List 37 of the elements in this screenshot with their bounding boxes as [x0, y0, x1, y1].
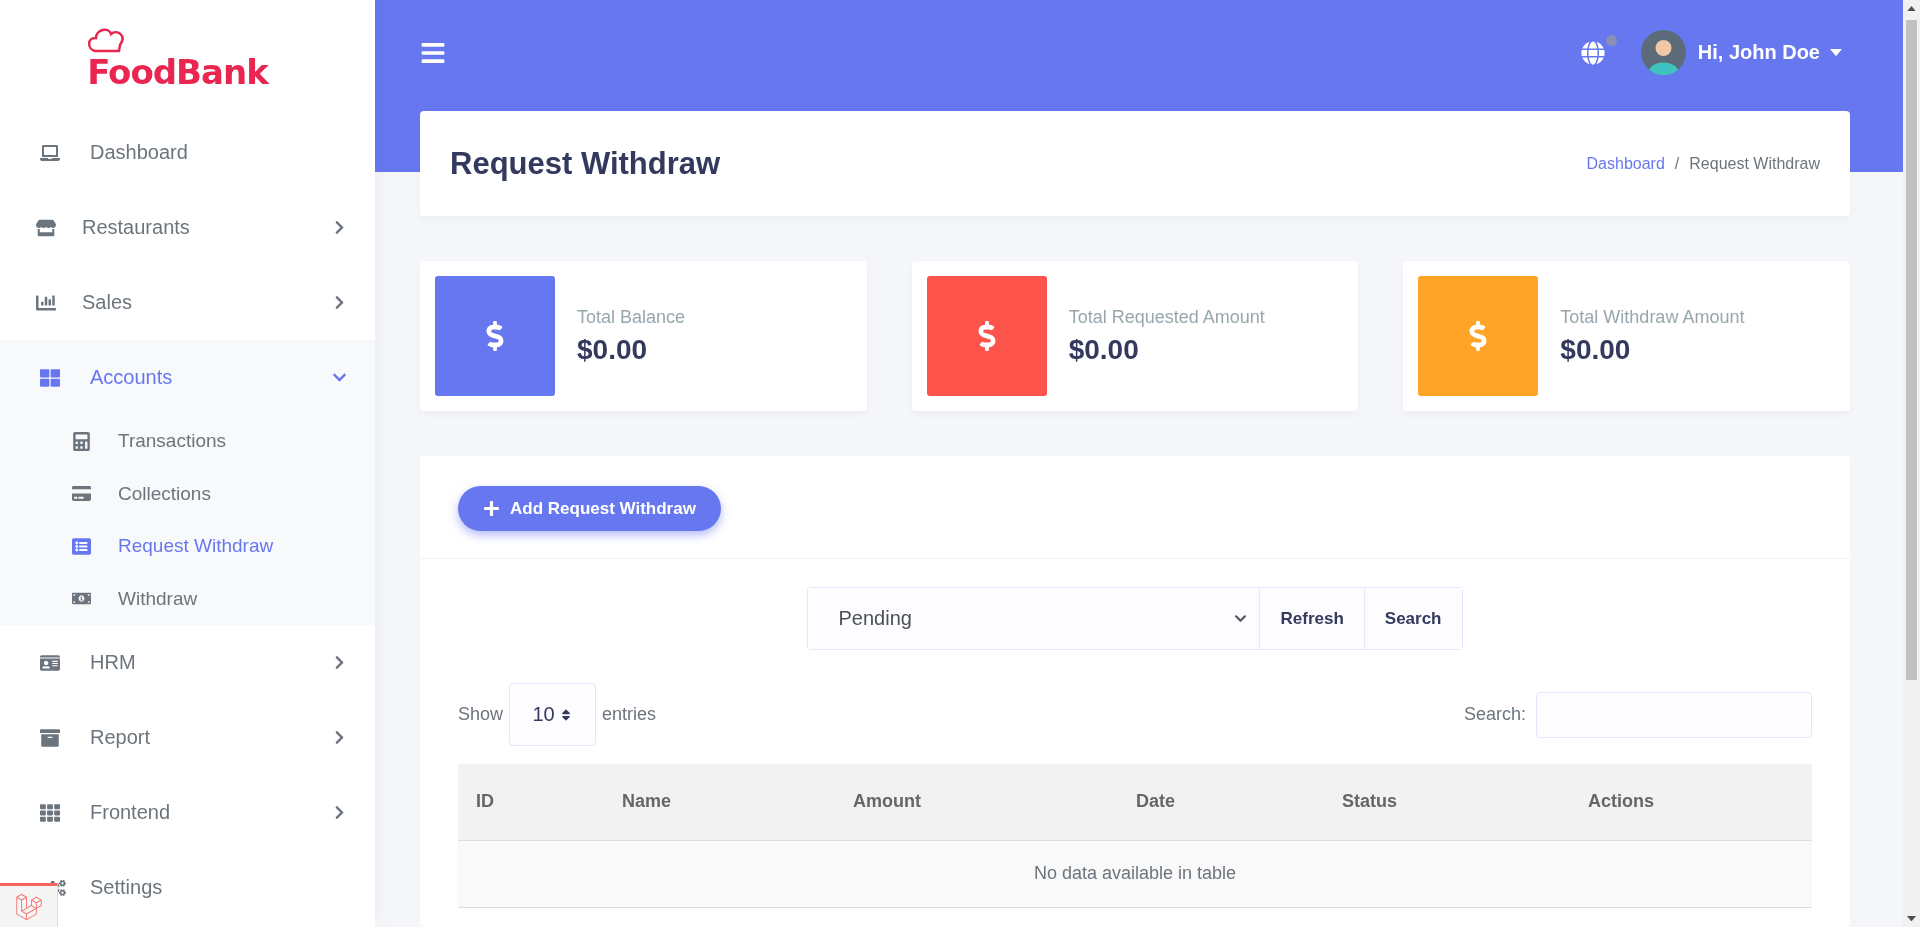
- stat-value: $0.00: [577, 333, 649, 366]
- sidebar-subitem[interactable]: Withdraw: [0, 572, 375, 625]
- page-length-select[interactable]: 10: [509, 683, 597, 746]
- stat-label: Total Balance: [577, 306, 686, 328]
- sidebar-item[interactable]: Report: [0, 700, 375, 775]
- sidebar-subitem[interactable]: Request Withdraw: [0, 520, 375, 573]
- column-header[interactable]: Actions: [1570, 764, 1812, 840]
- column-header[interactable]: Name: [604, 764, 835, 840]
- page-title: Request Withdraw: [450, 145, 721, 182]
- filter-button[interactable]: Search: [1363, 588, 1462, 649]
- breadcrumb-link[interactable]: Dashboard: [1586, 154, 1665, 173]
- search-label: Search:: [1463, 704, 1526, 725]
- stat-label: Total Withdraw Amount: [1560, 306, 1745, 328]
- sidebar-item[interactable]: Dashboard: [0, 115, 375, 190]
- user-menu[interactable]: Hi, John Doe: [1640, 30, 1842, 75]
- add-request-button[interactable]: Add Request Withdraw: [458, 486, 721, 531]
- show-label: Show: [458, 704, 504, 725]
- stat-label: Total Requested Amount: [1068, 306, 1265, 328]
- sidebar-item[interactable]: HRM: [0, 625, 375, 700]
- entries-label: entries: [602, 704, 657, 725]
- column-header[interactable]: Status: [1324, 764, 1570, 840]
- stat-value: $0.00: [1068, 333, 1140, 366]
- breadcrumb-current: Request Withdraw: [1689, 154, 1820, 173]
- foodbank-logo[interactable]: FoodBank: [87, 26, 268, 89]
- stat-value: $0.00: [1560, 333, 1632, 366]
- empty-table-message: No data available in table: [458, 840, 1812, 907]
- column-header[interactable]: Amount: [835, 764, 1118, 840]
- sidebar-item[interactable]: Sales: [0, 265, 375, 340]
- status-select[interactable]: Pending: [808, 588, 1261, 649]
- sidebar-subitem[interactable]: Transactions: [0, 415, 375, 468]
- breadcrumb-separator: /: [1674, 154, 1680, 173]
- sidebar-item[interactable]: Restaurants: [0, 190, 375, 265]
- sidebar-subitem[interactable]: Collections: [0, 467, 375, 520]
- sidebar-item[interactable]: Frontend: [0, 775, 375, 850]
- column-header[interactable]: ID: [458, 764, 604, 840]
- column-header[interactable]: Date: [1118, 764, 1324, 840]
- sidebar-item[interactable]: Accounts: [0, 340, 375, 415]
